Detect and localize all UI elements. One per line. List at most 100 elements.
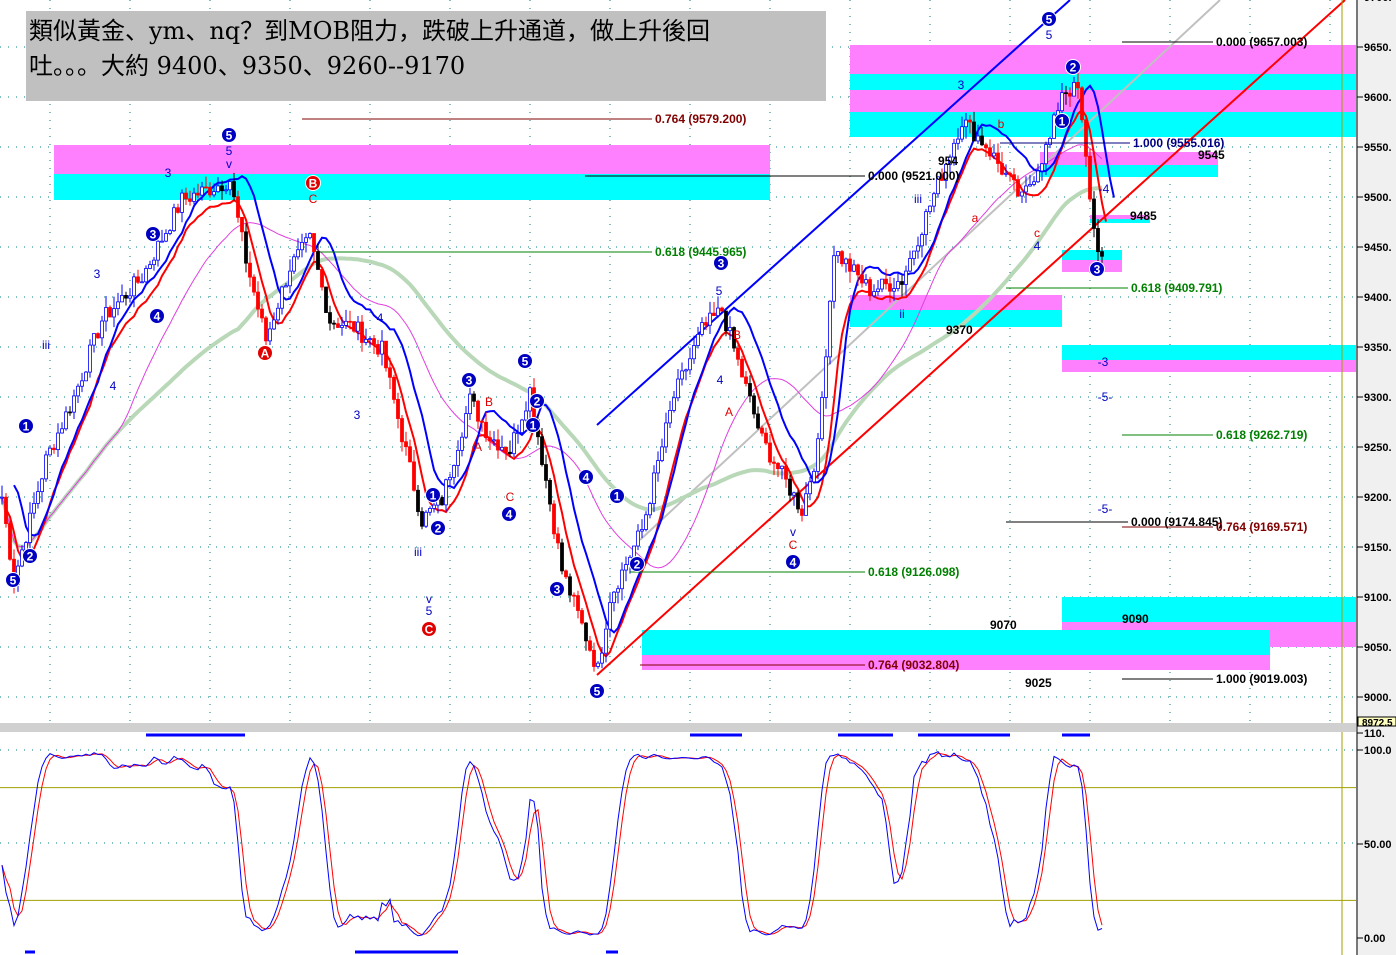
candle-body xyxy=(580,610,584,624)
candle-body xyxy=(284,285,288,288)
price-tick-label: 9050. xyxy=(1364,642,1392,654)
wave-label: -4 xyxy=(1099,182,1110,196)
candle-body xyxy=(784,465,788,480)
candle-body xyxy=(500,446,504,451)
candle-body xyxy=(216,185,220,193)
candle-body xyxy=(32,502,36,514)
candle-body xyxy=(688,358,692,371)
candle-body xyxy=(856,264,860,276)
candle-body xyxy=(764,432,768,444)
candle-body xyxy=(548,479,552,505)
candle-body xyxy=(496,439,500,451)
stoch-tick-label: 0.00 xyxy=(1364,933,1385,945)
wave-circle-label: 3 xyxy=(150,228,157,242)
candle-body xyxy=(260,308,264,319)
candle-body xyxy=(1012,174,1016,181)
candle-body xyxy=(116,301,120,309)
candle-body xyxy=(400,418,404,443)
candle-body xyxy=(352,321,356,332)
candle-body xyxy=(60,428,64,434)
candle-body xyxy=(508,451,512,455)
candle-body xyxy=(312,233,316,252)
fib-label: 0.764 (9169.571) xyxy=(1216,520,1307,534)
candle-body xyxy=(1040,163,1044,172)
candle-body xyxy=(636,530,640,547)
wave-label: C xyxy=(506,490,515,504)
wave-label: ii xyxy=(899,307,904,321)
candle-body xyxy=(276,307,280,321)
price-tick-label: 9450. xyxy=(1364,242,1392,254)
candle-body xyxy=(300,241,304,251)
candle-body xyxy=(912,250,916,259)
candle-body xyxy=(776,462,780,469)
candle-body xyxy=(1068,92,1072,97)
candle-body xyxy=(296,249,300,258)
candle-body xyxy=(568,576,572,596)
price-tick-label: 9500. xyxy=(1364,192,1392,204)
candle-body xyxy=(100,320,104,339)
wave-circle-label: 4 xyxy=(154,310,161,324)
candle-body xyxy=(252,276,256,293)
candle-body xyxy=(36,491,40,504)
candle-body xyxy=(184,192,188,200)
pane-divider[interactable] xyxy=(0,723,1356,732)
wave-circle-label: 5 xyxy=(522,355,529,369)
wave-circle-label: 2 xyxy=(27,550,34,564)
wave-circle-label: 4 xyxy=(790,556,797,570)
candle-body xyxy=(604,628,608,654)
candle-body xyxy=(556,533,560,544)
candle-body xyxy=(1080,87,1084,121)
candle-body xyxy=(132,276,136,297)
wave-label: -5- xyxy=(1098,390,1113,404)
candle-body xyxy=(156,240,160,261)
candle-body xyxy=(68,411,72,414)
candle-body xyxy=(848,258,852,272)
candle-body xyxy=(8,523,12,560)
candle-body xyxy=(1028,184,1032,187)
candle-body xyxy=(220,185,224,192)
price-label: 954 xyxy=(938,154,958,168)
candle-body xyxy=(64,411,68,430)
candle-body xyxy=(288,270,292,287)
candle-body xyxy=(420,511,424,527)
annotation-textbox: 類似黃金、ym、nq？到MOB阻力，跌破上升通道，做上升後回 吐。。。大約 94… xyxy=(26,11,826,101)
candle-body xyxy=(828,300,832,358)
price-tick-label: 9350. xyxy=(1364,342,1392,354)
candle-body xyxy=(796,492,800,510)
candle-body xyxy=(348,320,352,323)
candle-body xyxy=(1088,155,1092,200)
annotation-line-2: 吐。。。大約 9400、9350、9260--9170 xyxy=(29,52,466,80)
candle-body xyxy=(84,371,88,382)
candle-body xyxy=(860,274,864,284)
wave-label: iii xyxy=(42,338,50,352)
candle-body xyxy=(652,472,656,504)
candle-body xyxy=(416,489,420,512)
candle-body xyxy=(316,251,320,270)
candle-body xyxy=(484,421,488,439)
candle-body xyxy=(332,322,336,325)
candle-body xyxy=(648,503,652,516)
wave-circle-label: 3 xyxy=(1094,263,1101,277)
zone-band xyxy=(642,630,1270,655)
candle-body xyxy=(344,320,348,326)
candle-body xyxy=(744,376,748,384)
price-tick-label: 9600. xyxy=(1364,92,1392,104)
candle-body xyxy=(308,233,312,239)
wave-circle-label: 4 xyxy=(583,471,590,485)
fib-label: 0.000 (9521.000) xyxy=(868,169,959,183)
candle-body xyxy=(716,307,720,316)
wave-label: A xyxy=(725,405,733,419)
candle-body xyxy=(212,191,216,196)
candle-body xyxy=(388,367,392,378)
candle-body xyxy=(840,251,844,265)
candle-body xyxy=(80,380,84,387)
candle-body xyxy=(700,322,704,335)
wave-circle-label: 1 xyxy=(1059,115,1066,129)
annotation-line-1: 類似黃金、ym、nq？到MOB阻力，跌破上升通道，做上升後回 xyxy=(29,17,711,45)
candle-body xyxy=(412,461,416,491)
candle-body xyxy=(108,307,112,318)
wave-label: 3 xyxy=(958,78,965,92)
candle-body xyxy=(808,481,812,495)
candle-body xyxy=(232,181,236,198)
candle-body xyxy=(236,196,240,218)
